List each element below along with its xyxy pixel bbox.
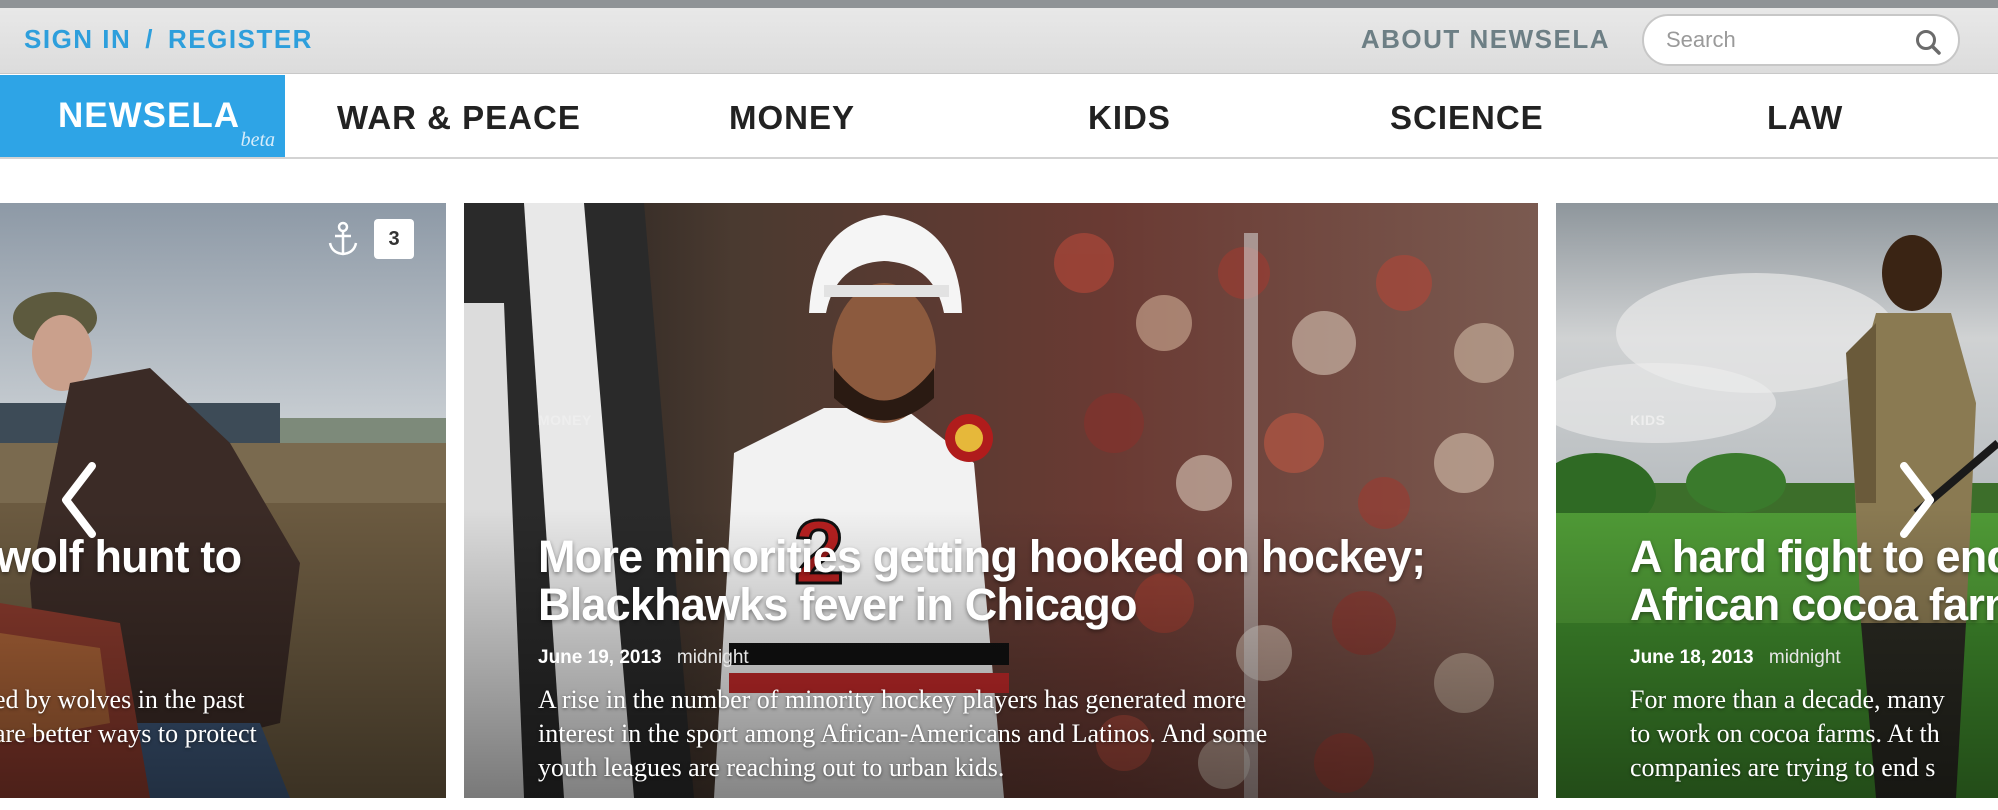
carousel-prev-arrow-icon[interactable] [60,462,100,538]
utility-bar: SIGN IN / REGISTER ABOUT NEWSELA [0,8,1998,74]
article-date: June 18, 2013 [1630,647,1754,668]
nav-law[interactable]: LAW [1767,99,1843,137]
article-headline-line2[interactable]: Blackhawks fever in Chicago [538,581,1137,629]
article-headline-line1[interactable]: A hard fight to end [1630,533,1998,581]
article-headline-line1[interactable]: More minorities getting hooked on hockey… [538,533,1426,581]
auth-links: SIGN IN / REGISTER [24,24,313,55]
carousel-next-arrow-icon[interactable] [1896,462,1936,538]
article-card-featured[interactable]: 2 MONEY More minorities getting hooked o… [464,203,1538,798]
brand-name: NEWSELA [58,96,240,135]
search-icon[interactable] [1914,28,1942,56]
article-summary-line: For more than a decade, many [1630,685,1945,714]
category-tag[interactable]: MONEY [538,412,592,428]
article-summary-line: are better ways to protect [0,719,257,748]
newsela-logo[interactable]: NEWSELA beta [0,75,285,157]
article-summary-line: interest in the sport among African-Amer… [538,719,1268,748]
bookmark-count-badge: 3 [374,219,414,259]
search-input[interactable] [1666,27,1896,53]
auth-separator: / [145,24,155,54]
article-headline[interactable]: wolf hunt to [0,533,242,581]
category-tag[interactable]: KIDS [1630,412,1665,428]
register-link[interactable]: REGISTER [168,24,313,55]
sign-in-link[interactable]: SIGN IN [24,24,131,55]
beta-label: beta [240,129,275,151]
nav-money[interactable]: MONEY [729,99,855,137]
main-nav: NEWSELA beta WAR & PEACE MONEY KIDS SCIE… [0,75,1998,159]
article-summary-line: A rise in the number of minority hockey … [538,685,1247,714]
article-date: June 19, 2013 [538,647,662,668]
article-summary-line: companies are trying to end s [1630,753,1936,782]
article-summary-line: youth leagues are reaching out to urban … [538,753,1005,782]
article-headline-line2[interactable]: African cocoa farm [1630,581,1998,629]
nav-kids[interactable]: KIDS [1088,99,1171,137]
article-author[interactable]: midnight [677,647,749,668]
search-box [1642,14,1960,66]
anchor-icon[interactable] [326,221,360,257]
nav-war-and-peace[interactable]: WAR & PEACE [337,99,581,137]
article-summary-line: ed by wolves in the past [0,685,245,714]
article-author[interactable]: midnight [1769,647,1841,668]
about-link[interactable]: ABOUT NEWSELA [1361,24,1610,55]
article-meta: June 18, 2013 midnight [1630,647,1841,669]
article-summary-line: to work on cocoa farms. At th [1630,719,1940,748]
top-border [0,0,1998,8]
article-meta: June 19, 2013 midnight [538,647,749,669]
nav-science[interactable]: SCIENCE [1390,99,1544,137]
